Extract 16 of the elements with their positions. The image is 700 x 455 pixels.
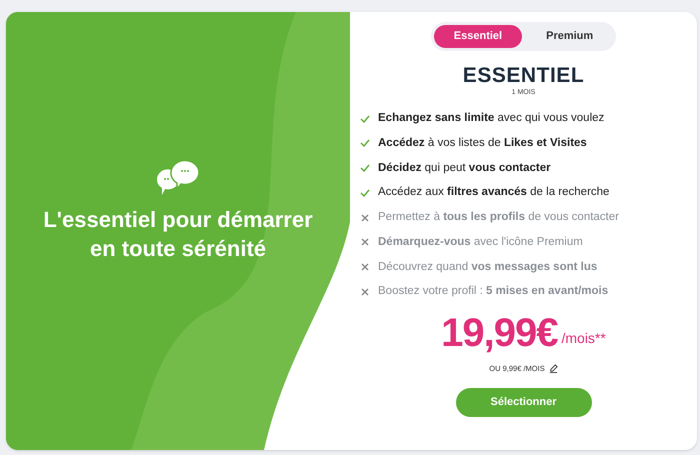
plan-tab[interactable]: Premium (526, 25, 614, 48)
price-unit: /mois** (561, 328, 606, 348)
select-button[interactable]: Sélectionner (456, 388, 592, 417)
feature-text: Echangez sans limite avec qui vous voulez (378, 111, 604, 126)
feature-text: Boostez votre profil : 5 mises en avant/mois (378, 284, 608, 300)
plan-tab[interactable]: Essentiel (434, 25, 522, 48)
feature-text: Permettez à tous les profils de vous contacter (378, 210, 619, 225)
feature-text: Démarquez-vous avec l'icône Premium (378, 234, 583, 250)
pencil-icon[interactable] (548, 364, 558, 373)
plan-name: ESSENTIEL (462, 64, 584, 86)
hero-title: L'essentiel pour démarrer en toute sérénité (42, 206, 314, 263)
feature-text: Découvrez quand vos messages sont lus (378, 260, 598, 274)
feature-text: Accédez à vos listes de Likes et Visites (378, 136, 587, 151)
feature-text: Décidez qui peut vous contacter (378, 160, 551, 176)
price-amount: 19,99€ (441, 310, 558, 354)
feature-text: Accédez aux filtres avancés de la recherche (378, 185, 610, 200)
